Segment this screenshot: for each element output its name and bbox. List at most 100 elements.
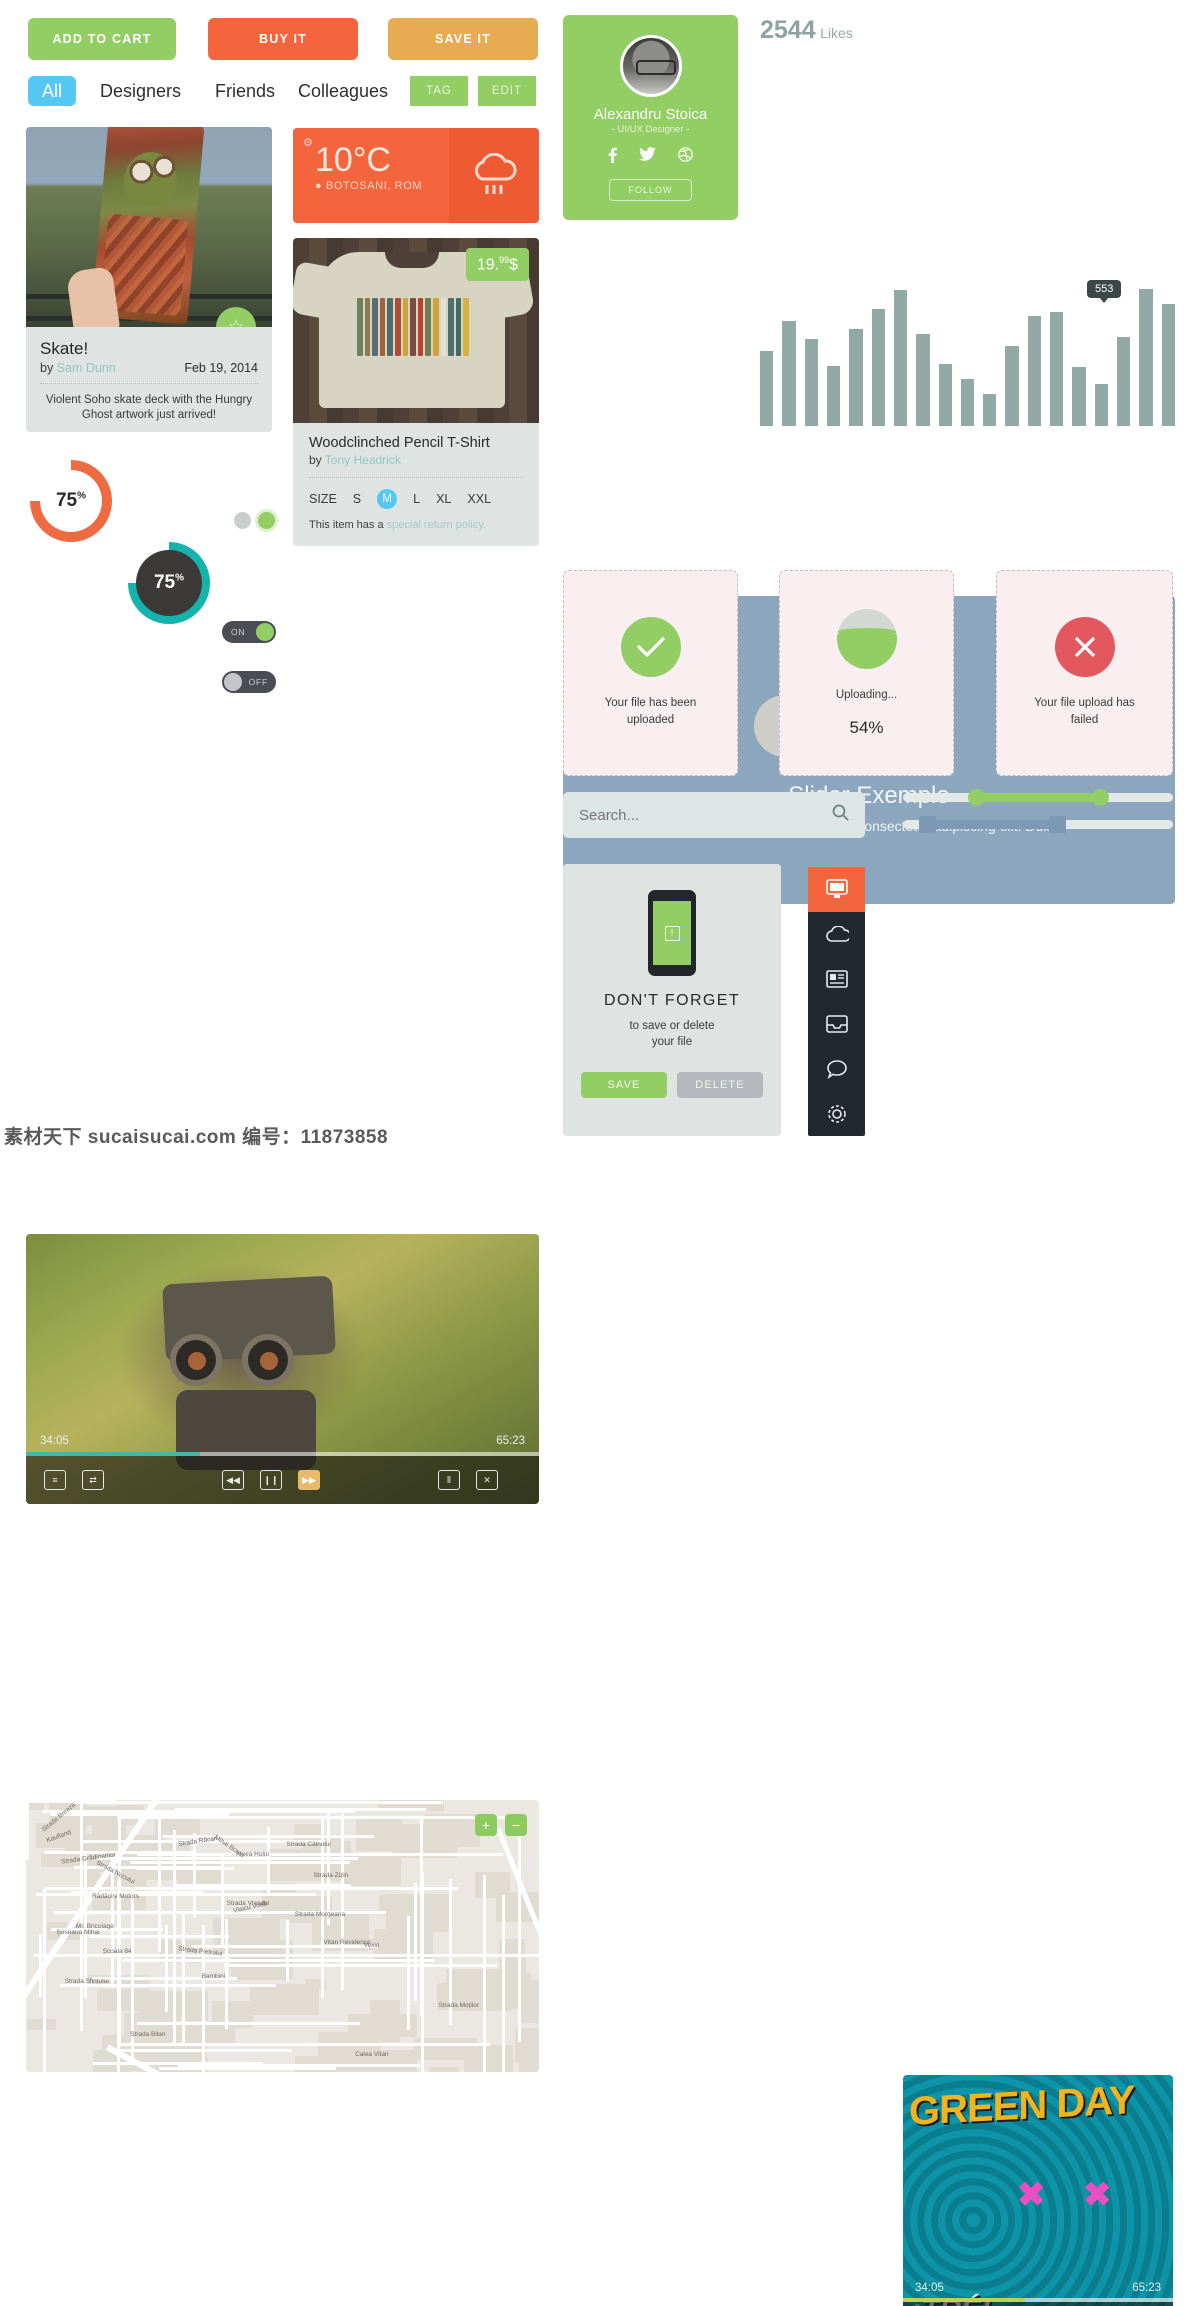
search-input[interactable] bbox=[579, 806, 809, 824]
radio-unselected[interactable] bbox=[234, 512, 251, 529]
range-handle-right[interactable] bbox=[1092, 789, 1110, 806]
save-it-button[interactable]: SAVE IT bbox=[388, 18, 538, 60]
rewind-icon[interactable]: ◀◀ bbox=[222, 1470, 244, 1490]
map-zoom-out-button[interactable]: − bbox=[505, 1814, 527, 1836]
add-to-cart-button[interactable]: ADD TO CART bbox=[28, 18, 176, 60]
skate-product-card[interactable]: ☆ Skate! by Sam Dunn Feb 19, 2014 Violen… bbox=[26, 127, 272, 432]
music-current-time: 34:05 bbox=[915, 2282, 944, 2294]
tab-all[interactable]: All bbox=[28, 76, 77, 106]
close-icon[interactable]: ✕ bbox=[476, 1470, 498, 1490]
size-option-l[interactable]: L bbox=[413, 492, 420, 506]
skate-byline: by Sam Dunn bbox=[40, 361, 116, 375]
likes-bar-chart: 553 bbox=[760, 276, 1175, 426]
skate-description: Violent Soho skate deck with the Hungry … bbox=[40, 383, 258, 423]
tshirt-photo: 19.99$ bbox=[293, 238, 539, 423]
video-progress-bar[interactable] bbox=[26, 1452, 539, 1456]
gear-icon[interactable]: ⚙ bbox=[303, 136, 313, 149]
check-icon bbox=[620, 617, 681, 677]
music-progress-bar[interactable] bbox=[903, 2298, 1173, 2302]
edit-button[interactable]: EDIT bbox=[478, 76, 536, 106]
sidebar-item-settings[interactable] bbox=[808, 1091, 865, 1136]
playlist-icon[interactable]: ≡ bbox=[44, 1470, 66, 1490]
donut-orange-value: 75% bbox=[55, 490, 87, 511]
map-label: Rădăcini Motors bbox=[92, 1893, 140, 1901]
size-selector[interactable]: SIZE S M L XL XXL bbox=[309, 477, 523, 509]
progress-donut-teal: 75% bbox=[128, 542, 210, 624]
dont-forget-title: DON'T FORGET bbox=[603, 992, 740, 1009]
toggle-on[interactable]: ON bbox=[222, 621, 276, 643]
range-slider-blue[interactable] bbox=[903, 816, 1173, 833]
sidebar-item-cloud[interactable] bbox=[808, 912, 865, 957]
star-icon[interactable]: ☆ bbox=[216, 307, 256, 327]
likes-header: 2544 Likes bbox=[760, 16, 853, 45]
size-option-xl[interactable]: XL bbox=[436, 492, 451, 506]
dribbble-icon[interactable] bbox=[678, 147, 693, 167]
music-player[interactable]: GREEN DAY ✖ ✖ ¡TRÉ! 34:05 65:23 ⇄ ⏮ ▶ ⏭ … bbox=[903, 2075, 1173, 2306]
profile-card[interactable]: Alexandru Stoica - UI/UX Designer - FOLL… bbox=[563, 15, 738, 220]
search-box[interactable] bbox=[563, 792, 865, 838]
radio-selected[interactable] bbox=[258, 512, 275, 529]
pause-icon[interactable]: ❙❙ bbox=[260, 1470, 282, 1490]
exclamation-icon: ! bbox=[664, 925, 680, 941]
repeat-icon[interactable]: ⇄ bbox=[82, 1470, 104, 1490]
weather-widget[interactable]: ⚙ 10°C ● BOTOSANI, ROM bbox=[293, 128, 539, 223]
map-canvas[interactable]: Strada Breaza Strada Zizin Calea Vitan Stra… bbox=[26, 1800, 539, 2072]
progress-donut-orange: 75% bbox=[30, 460, 112, 542]
map-label: Strada Sfințului bbox=[64, 1978, 109, 1986]
tag-button[interactable]: TAG bbox=[410, 76, 468, 106]
size-option-xxl[interactable]: XXL bbox=[467, 492, 491, 506]
map-widget[interactable]: Strada Breaza Strada Zizin Calea Vitan Stra… bbox=[26, 1800, 539, 2072]
size-option-m[interactable]: M bbox=[377, 489, 398, 509]
toggle-off[interactable]: OFF bbox=[222, 671, 276, 693]
delete-button[interactable]: DELETE bbox=[677, 1072, 763, 1098]
upload-success-card: Your file has been uploaded bbox=[563, 570, 738, 776]
search-icon[interactable] bbox=[832, 804, 849, 826]
pencil-graphic bbox=[357, 298, 469, 356]
tab-colleagues[interactable]: Colleagues bbox=[298, 76, 388, 106]
save-button[interactable]: SAVE bbox=[581, 1072, 667, 1098]
facebook-icon[interactable] bbox=[608, 147, 617, 167]
map-label: Vexio bbox=[363, 1942, 380, 1950]
upload-progress-card: Uploading... 54% bbox=[779, 570, 954, 776]
upload-success-text: Your file has been uploaded bbox=[604, 697, 697, 726]
return-policy-note: This item has a special return policy. bbox=[309, 519, 487, 531]
sidebar-item-monitor[interactable] bbox=[808, 867, 865, 912]
chart-bar bbox=[1005, 346, 1019, 426]
album-artwork: ✖ ✖ bbox=[991, 2117, 1139, 2295]
sidebar-item-news[interactable] bbox=[808, 957, 865, 1002]
range-handle-left[interactable] bbox=[919, 816, 937, 833]
return-policy-link[interactable]: special return policy. bbox=[387, 519, 486, 531]
chart-bar bbox=[1161, 303, 1175, 426]
upload-percent: 54% bbox=[849, 717, 884, 737]
tab-designers[interactable]: Designers bbox=[100, 76, 181, 106]
video-controls[interactable]: ≡ ⇄ ◀◀ ❙❙ ▶▶ ⦀ ✕ bbox=[26, 1456, 539, 1504]
map-zoom-in-button[interactable]: + bbox=[475, 1814, 497, 1836]
sidebar-item-chat[interactable] bbox=[808, 1046, 865, 1091]
icon-sidebar[interactable] bbox=[808, 867, 865, 1136]
sidebar-item-inbox[interactable] bbox=[808, 1001, 865, 1046]
toggle-knob[interactable] bbox=[224, 673, 242, 691]
buy-it-button[interactable]: BUY IT bbox=[208, 18, 358, 60]
range-handle-right[interactable] bbox=[1048, 816, 1066, 833]
forward-icon[interactable]: ▶▶ bbox=[298, 1470, 320, 1490]
follow-button[interactable]: FOLLOW bbox=[609, 179, 692, 201]
video-player[interactable]: 34:05 65:23 ≡ ⇄ ◀◀ ❙❙ ▶▶ ⦀ ✕ bbox=[26, 1234, 539, 1504]
range-slider-green[interactable] bbox=[903, 789, 1173, 806]
music-controls[interactable]: ⇄ ⏮ ▶ ⏭ ⦀ bbox=[903, 2302, 1173, 2306]
range-handle-left[interactable] bbox=[967, 789, 985, 806]
skate-title: Skate! bbox=[40, 339, 89, 358]
size-option-s[interactable]: S bbox=[353, 492, 361, 506]
video-thumbnail bbox=[146, 1270, 351, 1470]
map-label: Calea Vitan bbox=[355, 2051, 389, 2059]
map-label: Aleea Hului bbox=[235, 1850, 269, 1858]
tab-friends[interactable]: Friends bbox=[215, 76, 275, 106]
toggle-knob[interactable] bbox=[256, 623, 274, 641]
donut-teal-value: 75% bbox=[153, 572, 185, 593]
equalizer-icon[interactable]: ⦀ bbox=[438, 1470, 460, 1490]
tshirt-product-card[interactable]: 19.99$ Woodclinched Pencil T-Shirt by To… bbox=[293, 238, 539, 546]
skate-author[interactable]: Sam Dunn bbox=[57, 361, 116, 375]
twitter-icon[interactable] bbox=[639, 147, 656, 167]
map-label: Strada Zizin bbox=[313, 1872, 349, 1880]
tshirt-author[interactable]: Tony Headrick bbox=[325, 453, 401, 467]
chart-bar bbox=[960, 378, 975, 426]
